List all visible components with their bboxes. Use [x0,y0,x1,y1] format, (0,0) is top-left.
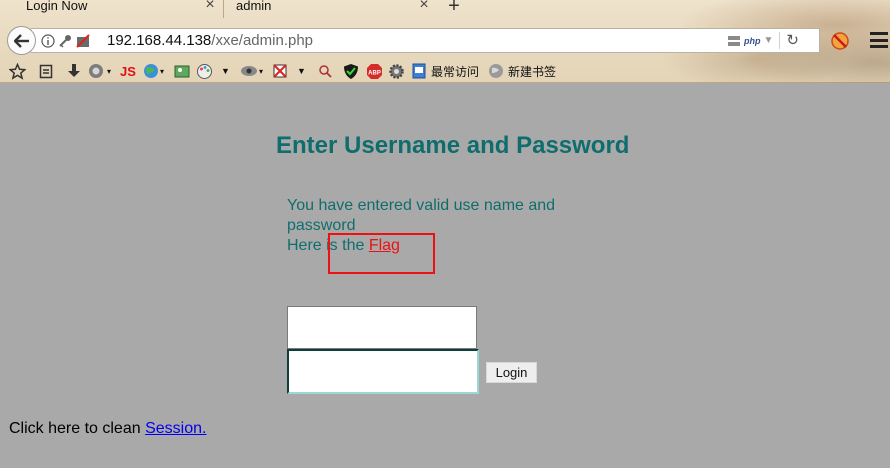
page-title: Enter Username and Password [276,132,630,159]
url-host: 192.168.44.138 [107,32,212,49]
js-toggle[interactable]: JS [120,62,136,80]
abp-label: ABP [368,70,381,76]
address-bar[interactable]: 192.168.44.138/xxe/admin.php php ▼ ↻ [30,28,820,53]
browser-chrome: Login Now × admin × + 192.168.44.138/xxe… [0,0,890,83]
chevron-down-icon[interactable]: ▾ [107,67,111,76]
palette-icon[interactable] [196,62,213,80]
no-script-icon[interactable] [272,62,288,80]
close-icon[interactable]: × [417,0,431,13]
close-icon[interactable]: × [203,0,217,13]
gear-icon[interactable] [388,62,405,80]
download-icon[interactable] [66,62,82,80]
key-icon[interactable] [57,33,73,49]
bookmark-label: 新建书签 [508,64,557,79]
back-arrow-icon [13,33,29,48]
block-script-icon[interactable] [829,30,851,52]
eye-icon[interactable]: ▾ [240,62,263,80]
new-tab-icon[interactable]: + [444,0,464,17]
chevron-down-icon[interactable]: ▾ [259,67,263,76]
password-input[interactable] [287,349,479,394]
shield-icon[interactable] [343,62,359,80]
colorful-globe-icon[interactable]: ▾ [143,62,164,80]
chevron-down-icon[interactable]: ▼ [221,62,230,80]
tab-login-now[interactable]: Login Now × [0,0,223,20]
url-actions: php ▼ ↻ [727,32,813,49]
url-path: /xxe/admin.php [211,32,314,49]
new-bookmark[interactable]: 新建书签 [488,62,556,80]
chevron-down-icon[interactable]: ▾ [160,67,164,76]
php-badge[interactable]: php ▼ [727,35,773,47]
star-icon[interactable] [9,62,26,80]
login-button[interactable]: Login [486,362,537,383]
php-label: php [744,35,761,46]
tab-admin[interactable]: admin × [223,0,437,20]
bookmark-page-icon [412,63,426,79]
annotation-highlight-box [328,233,435,274]
no-flash-icon[interactable] [75,33,91,49]
magnifier-icon[interactable] [318,62,332,80]
most-visited-bookmark[interactable]: 最常访问 [411,62,479,80]
session-prefix: Click here to clean [9,420,146,437]
message-text: You have entered valid use name and pass… [287,197,556,234]
session-link[interactable]: Session. [145,420,206,437]
bookmarks-toolbar: ▾ JS ▾ ▼ ▾ ▼ ABP 最常访问 新建书签 [0,60,890,82]
reload-icon[interactable]: ↻ [786,32,799,49]
username-input[interactable] [287,306,477,349]
divider [779,32,781,49]
chevron-down-icon[interactable]: ▼ [297,62,306,80]
server-icon [728,35,741,46]
js-label: JS [120,63,136,79]
info-icon[interactable] [41,34,55,48]
addon-globe-icon[interactable]: ▾ [88,62,111,80]
globe-icon [489,64,503,78]
adblock-icon[interactable]: ABP [366,62,383,80]
session-line: Click here to clean Session. [9,420,206,438]
image-tool-icon[interactable] [174,62,191,80]
url-text[interactable]: 192.168.44.138/xxe/admin.php [107,32,313,49]
site-identity[interactable] [41,33,91,49]
tab-label: admin [236,0,272,13]
clipboard-icon[interactable] [38,62,54,80]
back-button[interactable] [7,26,36,55]
chevron-down-icon[interactable]: ▼ [764,35,774,46]
bookmark-label: 最常访问 [431,64,480,79]
tab-label: Login Now [26,0,88,13]
menu-icon[interactable] [870,32,888,48]
